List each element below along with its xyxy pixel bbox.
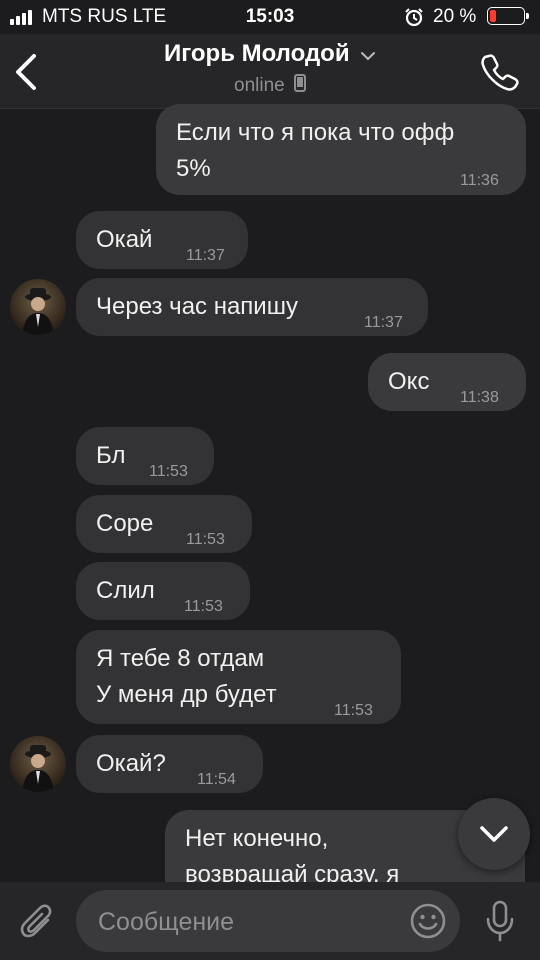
message-text: У меня др будет (96, 681, 277, 708)
message-text: Слил (96, 577, 155, 604)
message-time: 11:53 (186, 531, 225, 548)
message-text: 5% (176, 155, 211, 182)
message-text: Бл (96, 442, 126, 469)
message-time: 11:37 (364, 314, 403, 331)
incoming-message[interactable]: Окай? 11:54 (76, 735, 263, 793)
incoming-message[interactable]: Я тебе 8 отдам У меня др будет 11:53 (76, 630, 401, 724)
alarm-icon (404, 7, 424, 33)
message-time: 11:53 (334, 702, 373, 719)
incoming-message[interactable]: Бл 11:53 (76, 427, 214, 485)
contact-avatar[interactable] (10, 279, 66, 335)
outgoing-message[interactable]: Окс 11:38 (368, 353, 526, 411)
message-time: 11:53 (149, 463, 188, 480)
message-text: Я тебе 8 отдам (96, 645, 265, 672)
message-text: Через час напишу (96, 293, 298, 320)
attach-button[interactable] (20, 902, 56, 947)
scroll-down-button[interactable] (458, 798, 530, 870)
message-text: Окай? (96, 750, 166, 777)
message-time: 11:53 (184, 598, 223, 615)
mic-button[interactable] (484, 900, 516, 947)
paperclip-icon (20, 904, 52, 938)
contact-name: Игорь Молодой (163, 40, 350, 67)
message-text: Нет конечно, (185, 825, 329, 852)
message-field[interactable] (76, 890, 460, 954)
battery-percent: 20 % (433, 6, 477, 27)
emoji-button[interactable] (410, 903, 446, 944)
message-text: Соре (96, 510, 154, 537)
scroll-down-icon (480, 826, 508, 842)
status-bar: MTS RUS LTE 15:03 20 % (0, 0, 540, 34)
chat-header: Игорь Молодой online (0, 34, 540, 109)
battery-icon (487, 7, 529, 25)
call-icon (481, 54, 519, 91)
chevron-down-icon (360, 48, 376, 66)
message-input[interactable] (96, 890, 400, 954)
composer (0, 882, 540, 960)
incoming-message[interactable]: Окай 11:37 (76, 211, 248, 269)
message-time: 11:38 (460, 389, 499, 406)
message-time: 11:54 (197, 771, 236, 788)
message-time: 11:37 (186, 247, 225, 264)
incoming-message[interactable]: Через час напишу 11:37 (76, 278, 428, 336)
contact-avatar[interactable] (10, 736, 66, 792)
mic-icon (486, 900, 514, 942)
contact-status-text: online (234, 75, 285, 97)
phone-icon (294, 74, 306, 98)
contact-status: online (0, 74, 540, 98)
message-time: 11:36 (460, 172, 499, 189)
message-text: Если что я пока что офф (176, 119, 455, 146)
message-text: Окс (388, 368, 430, 395)
message-text: Окай (96, 226, 153, 253)
incoming-message[interactable]: Слил 11:53 (76, 562, 250, 620)
incoming-message[interactable]: Соре 11:53 (76, 495, 252, 553)
outgoing-message[interactable]: Если что я пока что офф 5% 11:36 (156, 104, 526, 195)
emoji-icon (410, 903, 446, 939)
contact-title-button[interactable]: Игорь Молодой (0, 40, 540, 68)
call-button[interactable] (480, 52, 520, 92)
